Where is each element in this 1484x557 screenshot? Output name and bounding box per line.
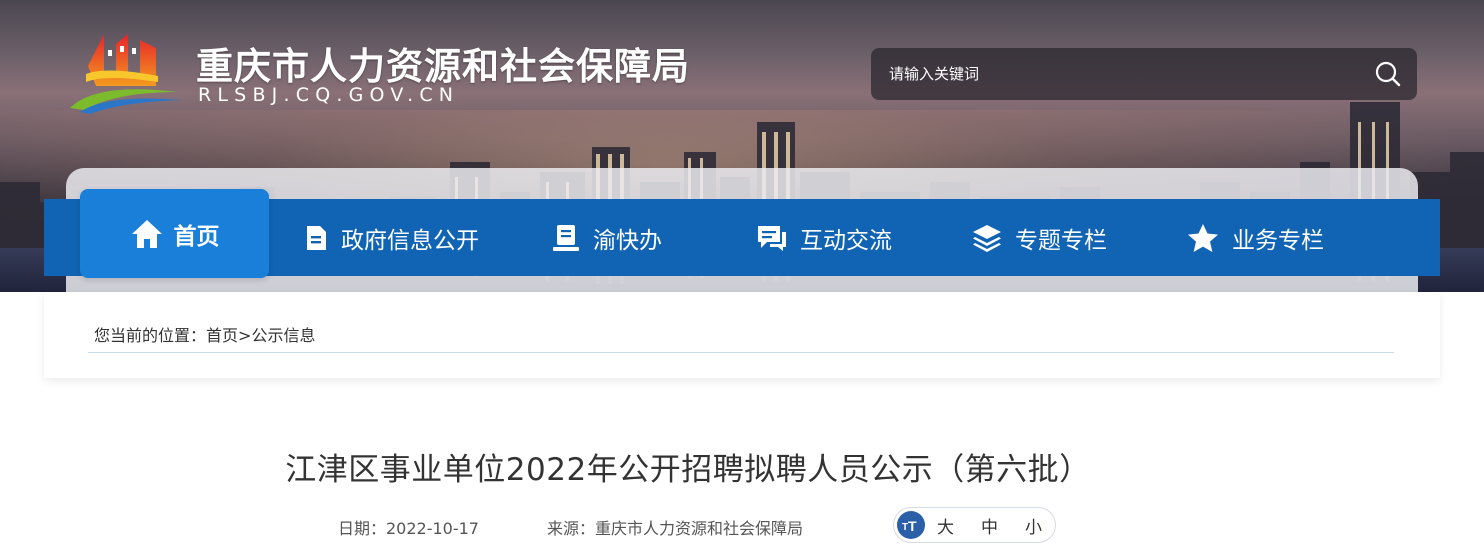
article-title: 江津区事业单位2022年公开招聘拟聘人员公示（第六批） [285,452,1091,488]
breadcrumb-home-link[interactable]: 首页 [206,326,238,345]
nav-item-label: 业务专栏 [1232,227,1324,254]
search-icon [1375,61,1401,87]
site-logo-icon[interactable] [66,26,186,114]
nav-item-business[interactable]: 业务专栏 [1186,199,1324,276]
nav-item-label: 专题专栏 [1015,227,1107,254]
breadcrumb-separator: > [238,326,252,345]
font-size-large-button[interactable]: 大 [937,513,954,538]
search-bar [871,48,1417,100]
chat-icon [758,225,786,251]
search-input[interactable] [871,48,1359,100]
nav-item-interaction[interactable]: 互动交流 [756,199,892,276]
nav-item-label: 政府信息公开 [341,227,479,254]
breadcrumb: 您当前的位置：首页>公示信息 [94,322,315,346]
site-title: 重庆市人力资源和社会保障局 [196,45,690,88]
breadcrumb-prefix: 您当前的位置： [94,326,207,345]
breadcrumb-current-link[interactable]: 公示信息 [251,326,315,345]
font-size-icon: T T [897,511,925,539]
site-domain: RLSBJ.CQ.GOV.CN [198,84,460,106]
font-size-switcher: T T 大 中 小 [893,507,1056,543]
nav-item-government-info[interactable]: 政府信息公开 [303,199,479,276]
search-button[interactable] [1359,48,1417,100]
nav-item-yukuaiban[interactable]: 渝快办 [551,199,662,276]
home-icon [131,219,162,248]
document-icon [307,225,326,250]
star-icon [1188,223,1218,252]
layers-icon [973,224,1001,252]
breadcrumb-panel: 您当前的位置：首页>公示信息 [44,292,1440,378]
nav-item-label: 首页 [173,223,220,250]
font-size-small-button[interactable]: 小 [1025,513,1042,538]
nav-item-special-topics[interactable]: 专题专栏 [971,199,1107,276]
service-desk-icon [553,224,579,251]
font-size-medium-button[interactable]: 中 [981,513,998,538]
article-source: 来源：重庆市人力资源和社会保障局 [547,519,804,538]
article-date: 日期：2022-10-17 [338,519,479,538]
nav-item-label: 互动交流 [800,227,892,254]
nav-item-home[interactable]: 首页 [80,189,269,278]
nav-item-label: 渝快办 [593,227,662,254]
svg-text:T: T [908,518,917,533]
breadcrumb-divider [88,352,1394,353]
